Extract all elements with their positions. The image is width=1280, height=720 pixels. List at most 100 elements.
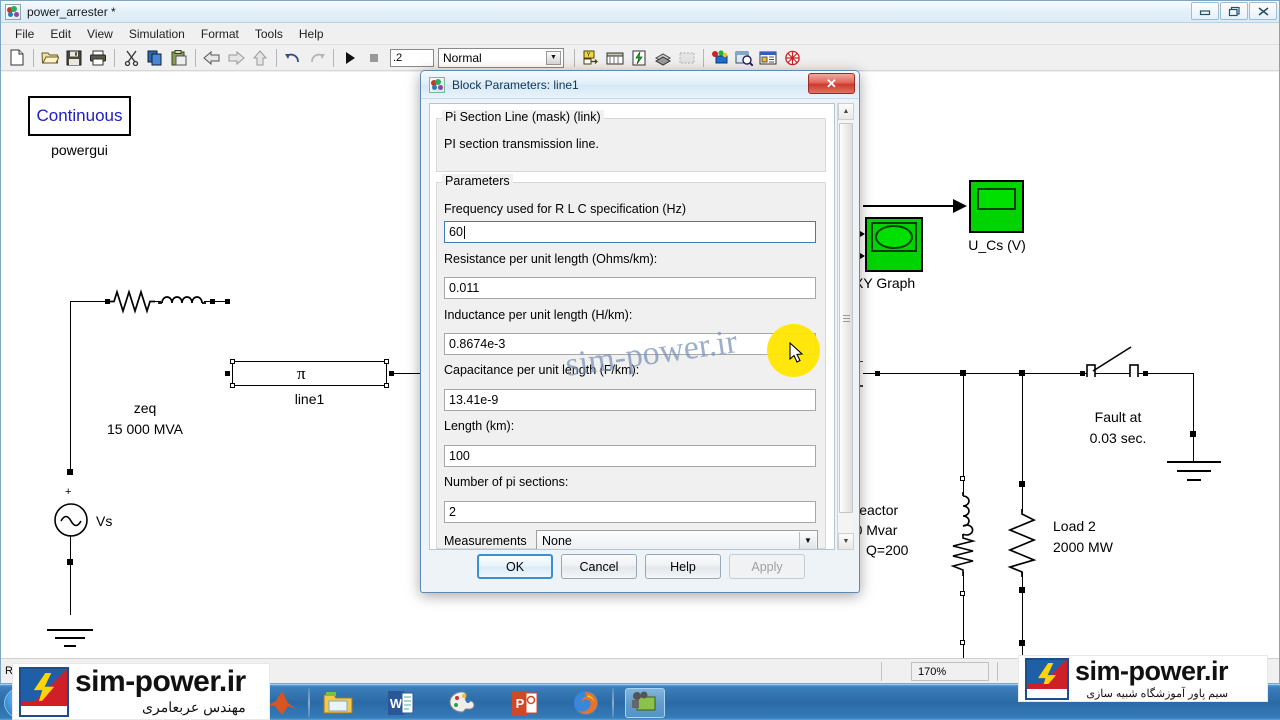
input-capacitance[interactable]: 13.41e-9 (444, 389, 816, 411)
wire-zeq-to-line (215, 301, 225, 302)
wire-fault-to-gnd (1193, 437, 1194, 461)
scope-manager-icon[interactable] (603, 47, 627, 69)
apply-button[interactable]: Apply (729, 554, 805, 579)
input-resistance-value: 0.011 (449, 281, 480, 295)
cut-icon[interactable] (119, 47, 143, 69)
block-line1[interactable] (232, 361, 387, 386)
block-shunt-reactor-inductor[interactable] (949, 492, 979, 536)
ground-left-bar2 (55, 637, 85, 639)
cancel-button[interactable]: Cancel (561, 554, 637, 579)
word-icon[interactable]: W (380, 688, 420, 718)
scrollbar-thumb[interactable] (839, 123, 853, 513)
undo-icon[interactable] (281, 47, 305, 69)
label-vs: Vs (96, 513, 113, 529)
input-frequency[interactable]: 60 (444, 221, 816, 243)
gnd-fault-bar2 (1177, 470, 1211, 472)
window-title: power_arrester * (27, 4, 116, 19)
block-load2-resistor[interactable] (1006, 509, 1038, 577)
scroll-up-arrow-icon[interactable]: ▲ (838, 103, 854, 120)
firefox-icon[interactable] (566, 688, 606, 718)
block-zeq-inductor[interactable] (158, 291, 206, 309)
help-icon[interactable] (780, 47, 804, 69)
parameters-header: Parameters (442, 174, 513, 188)
paint-icon[interactable] (442, 688, 482, 718)
input-length[interactable]: 100 (444, 445, 816, 467)
open-model-icon[interactable] (38, 47, 62, 69)
logo-left-main: sim-power.ir (75, 665, 246, 698)
dialog-titlebar[interactable]: Block Parameters: line1 ✕ (421, 71, 859, 99)
find-icon[interactable] (732, 47, 756, 69)
menu-help[interactable]: Help (291, 25, 332, 43)
line1-handle-tr[interactable] (384, 359, 389, 364)
save-icon[interactable] (62, 47, 86, 69)
wire-reactor-top (963, 373, 964, 479)
print-icon[interactable] (86, 47, 110, 69)
stop-simulation-icon[interactable] (362, 47, 386, 69)
block-shunt-reactor-resistor[interactable] (947, 534, 979, 576)
simulation-mode-select[interactable]: Normal ▼ (438, 47, 564, 68)
help-button[interactable]: Help (645, 554, 721, 579)
label-fault-2: 0.03 sec. (1089, 430, 1147, 446)
new-model-icon[interactable] (5, 47, 29, 69)
line1-handle-tl[interactable] (230, 359, 235, 364)
build-icon[interactable] (651, 47, 675, 69)
library-browser-icon[interactable]: Y (579, 47, 603, 69)
block-u-cs-scope[interactable] (969, 180, 1024, 233)
stop-time-input[interactable] (390, 48, 434, 67)
sim-power-logo-mark-right (1025, 657, 1069, 700)
up-icon[interactable] (248, 47, 272, 69)
start-simulation-icon[interactable] (338, 47, 362, 69)
redo-icon[interactable] (305, 47, 329, 69)
input-pi-sections-value: 2 (449, 505, 456, 519)
menu-edit[interactable]: Edit (42, 25, 79, 43)
wire-fault-down (1193, 373, 1194, 433)
powerpoint-icon[interactable]: P (504, 688, 544, 718)
properties-icon[interactable] (756, 47, 780, 69)
input-pi-sections[interactable]: 2 (444, 501, 816, 523)
menu-format[interactable]: Format (193, 25, 247, 43)
scroll-down-arrow-icon[interactable]: ▼ (838, 533, 854, 550)
logo-overlay-left: sim-power.ir مهندس عربعامری (12, 663, 270, 720)
chevron-down-icon[interactable]: ▼ (799, 532, 816, 549)
model-explorer-icon[interactable] (708, 47, 732, 69)
menu-simulation[interactable]: Simulation (121, 25, 193, 43)
input-inductance[interactable]: 0.8674e-3 (444, 333, 816, 355)
block-powergui[interactable]: Continuous (28, 96, 131, 136)
line1-handle-bl[interactable] (230, 383, 235, 388)
label-pi-sections: Number of pi sections: (444, 475, 569, 489)
sim-power-logo-mark (19, 666, 69, 717)
input-resistance[interactable]: 0.011 (444, 277, 816, 299)
line1-handle-br[interactable] (384, 383, 389, 388)
paste-icon[interactable] (167, 47, 191, 69)
menu-tools[interactable]: Tools (247, 25, 291, 43)
window-controls (1191, 2, 1277, 20)
ok-button[interactable]: OK (477, 554, 553, 579)
label-length: Length (km): (444, 419, 515, 433)
chevron-down-icon[interactable]: ▼ (546, 50, 561, 65)
menu-view[interactable]: View (79, 25, 121, 43)
wire-zeq-left (70, 301, 105, 302)
block-zeq-resistor[interactable] (109, 288, 155, 316)
block-vs-source[interactable] (53, 502, 89, 538)
forward-icon[interactable] (224, 47, 248, 69)
close-icon[interactable]: ✕ (808, 73, 855, 94)
file-explorer-icon[interactable] (318, 688, 358, 718)
debug-icon[interactable] (675, 47, 699, 69)
label-line1: line1 (294, 391, 325, 407)
copy-icon[interactable] (143, 47, 167, 69)
restore-icon[interactable] (1220, 2, 1248, 20)
camtasia-icon[interactable] (625, 688, 665, 718)
select-measurements[interactable]: None ▼ (536, 530, 818, 549)
menu-file[interactable]: File (7, 25, 42, 43)
ground-left-bar1 (47, 629, 93, 631)
wire-to-u-cs (863, 205, 957, 207)
update-diagram-icon[interactable] (627, 47, 651, 69)
simulink-block-icon (429, 76, 445, 93)
label-fault-1: Fault at (1094, 409, 1142, 425)
block-xy-graph[interactable] (865, 217, 923, 272)
back-icon[interactable] (200, 47, 224, 69)
minimize-icon[interactable] (1191, 2, 1219, 20)
dialog-scrollbar[interactable]: ▲ ▼ (837, 103, 854, 550)
close-icon[interactable] (1249, 2, 1277, 20)
port-bus-left (875, 371, 880, 376)
